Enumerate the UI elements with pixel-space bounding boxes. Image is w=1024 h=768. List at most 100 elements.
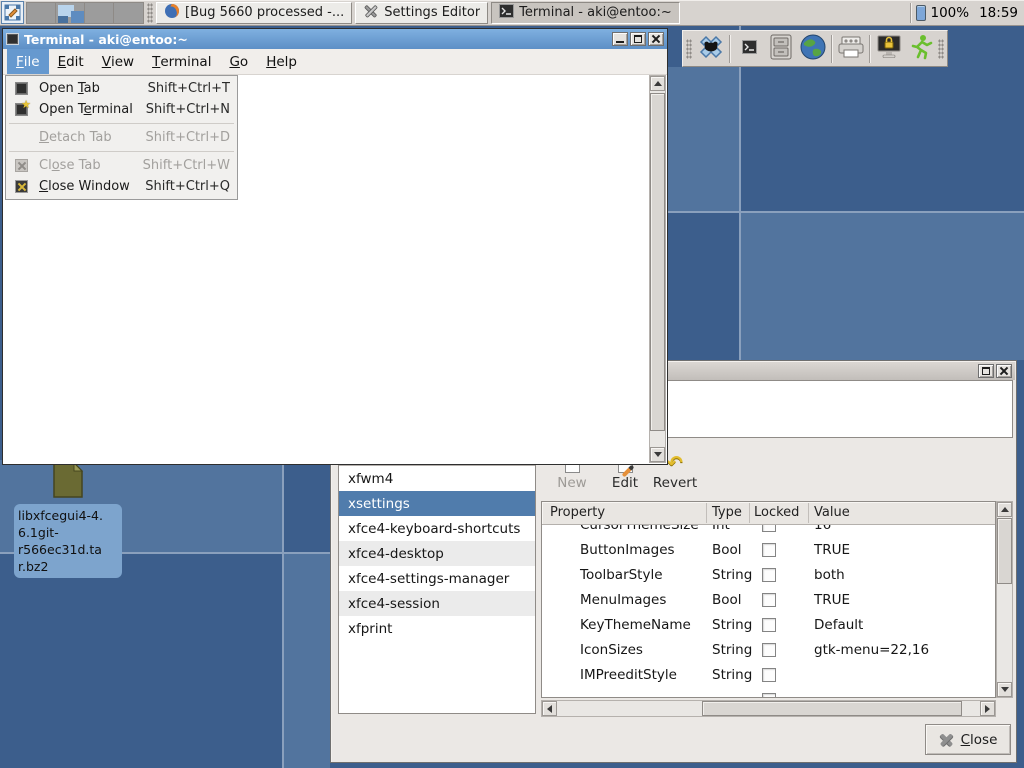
web-browser-launcher[interactable] <box>797 33 829 65</box>
locked-checkbox[interactable] <box>762 693 776 697</box>
property-type: Int <box>712 525 730 533</box>
pager-workspace-1[interactable] <box>27 3 56 23</box>
lock-screen-launcher[interactable] <box>873 33 905 65</box>
locked-checkbox[interactable] <box>762 618 776 632</box>
pager-workspace-4[interactable] <box>114 3 143 23</box>
channel-row[interactable]: xfce4-keyboard-shortcuts <box>339 516 535 541</box>
property-name: ToolbarStyle <box>580 567 663 583</box>
firefox-icon <box>164 3 180 23</box>
scroll-down-button[interactable] <box>997 682 1012 697</box>
locked-checkbox[interactable] <box>762 568 776 582</box>
desktop-settings-launcher[interactable] <box>1 1 24 24</box>
locked-checkbox[interactable] <box>762 593 776 607</box>
scroll-left-button[interactable] <box>542 701 557 716</box>
file-manager-launcher[interactable] <box>765 33 797 65</box>
backdrop-tile <box>660 67 740 212</box>
menubar-terminal[interactable]: Terminal <box>143 49 220 74</box>
property-row[interactable]: ToolbarStyleStringboth <box>542 563 995 588</box>
battery-percent: 100% <box>930 5 969 21</box>
channel-row[interactable]: xsettings <box>339 491 535 516</box>
property-name: MenuImages <box>580 592 666 608</box>
menubar-file[interactable]: File <box>7 49 49 74</box>
lock-screen-icon <box>875 33 903 65</box>
dock-grip[interactable] <box>938 39 944 59</box>
taskbar-button[interactable]: Terminal - aki@entoo:~ <box>491 2 680 24</box>
scroll-right-button[interactable] <box>980 701 995 716</box>
maximize-button[interactable] <box>630 32 646 46</box>
close-window-button[interactable] <box>648 32 664 46</box>
pager-workspace-2[interactable] <box>56 3 85 23</box>
scroll-up-button[interactable] <box>997 502 1012 517</box>
close-button[interactable]: Close <box>925 724 1011 755</box>
menubar-edit[interactable]: Edit <box>49 49 93 74</box>
desktop-file-icon[interactable]: libxfcegui4-4.6.1git-r566ec31d.tar.bz2 <box>14 460 122 578</box>
menu-item-open-terminal[interactable]: ★Open TerminalShift+Ctrl+N <box>7 99 236 120</box>
pager-workspace-3[interactable] <box>85 3 114 23</box>
file-manager-icon <box>768 33 794 65</box>
toolbar-button-label: Edit <box>599 475 651 491</box>
toolbar-button-label: New <box>546 475 598 491</box>
close-window-button[interactable] <box>996 364 1012 378</box>
channel-row[interactable]: xfprint <box>339 616 535 641</box>
property-name: KeyThemeName <box>580 617 691 633</box>
logout-launcher[interactable] <box>905 33 937 65</box>
hscroll-thumb[interactable] <box>702 701 962 716</box>
channel-row[interactable]: xfwm4 <box>339 466 535 491</box>
property-row[interactable]: CursorThemeSizeInt16 <box>542 525 995 538</box>
locked-checkbox[interactable] <box>762 668 776 682</box>
menu-item-shortcut: Shift+Ctrl+W <box>143 158 230 173</box>
channel-row[interactable]: xfce4-session <box>339 591 535 616</box>
taskbar-button-label: Terminal - aki@entoo:~ <box>519 5 672 20</box>
locked-checkbox[interactable] <box>762 643 776 657</box>
property-name: IconSizes <box>580 642 643 658</box>
minimize-button[interactable] <box>612 32 628 46</box>
menu-item-close-window[interactable]: Close WindowShift+Ctrl+Q <box>7 176 236 197</box>
property-row[interactable]: MenuImagesBoolTRUE <box>542 588 995 613</box>
xfce-menu-launcher[interactable] <box>695 33 727 65</box>
vscroll-thumb[interactable] <box>650 93 665 431</box>
menu-separator <box>9 151 234 152</box>
menubar-view[interactable]: View <box>93 49 143 74</box>
scroll-up-button[interactable] <box>650 76 665 91</box>
property-row[interactable]: KeyThemeNameStringDefault <box>542 613 995 638</box>
property-value: gtk-menu=22,16 <box>814 642 929 658</box>
terminal-titlebar[interactable]: Terminal - aki@entoo:~ <box>3 29 667 49</box>
locked-checkbox[interactable] <box>762 525 776 532</box>
property-row[interactable] <box>542 688 995 697</box>
scroll-down-button[interactable] <box>650 447 665 462</box>
channel-row[interactable]: xfce4-desktop <box>339 541 535 566</box>
panel-grip[interactable] <box>147 3 153 23</box>
property-row[interactable]: ButtonImagesBoolTRUE <box>542 538 995 563</box>
taskbar-button[interactable]: Settings Editor <box>355 2 488 24</box>
workspace-pager[interactable] <box>26 2 144 24</box>
menu-item-open-tab[interactable]: Open TabShift+Ctrl+T <box>7 78 236 99</box>
property-hscrollbar[interactable] <box>541 700 996 717</box>
channel-row[interactable]: xfce4-settings-manager <box>339 566 535 591</box>
property-table-header[interactable]: Property Type Locked Value <box>542 502 995 525</box>
property-type: Bool <box>712 592 742 608</box>
taskbar-button[interactable]: [Bug 5660 processed -... <box>156 2 352 24</box>
backdrop-tile <box>284 554 330 768</box>
clock[interactable]: 18:59 <box>979 5 1018 21</box>
property-vscrollbar[interactable] <box>996 501 1013 698</box>
property-row[interactable]: IconSizesStringgtk-menu=22,16 <box>542 638 995 663</box>
terminal-vscrollbar[interactable] <box>649 75 666 463</box>
property-name: CursorThemeSize <box>580 525 699 533</box>
menu-item-label: Open Terminal <box>39 102 146 117</box>
desktop: libxfcegui4-4.6.1git-r566ec31d.tar.bz2 N… <box>0 0 1024 768</box>
dock-grip[interactable] <box>686 39 692 59</box>
menu-item-label: Open Tab <box>39 81 148 96</box>
printer-launcher[interactable] <box>835 33 867 65</box>
menubar-help[interactable]: Help <box>257 49 306 74</box>
menubar-go[interactable]: Go <box>220 49 257 74</box>
vscroll-thumb[interactable] <box>997 518 1012 584</box>
backdrop-line <box>739 26 741 362</box>
settings-tools-icon <box>363 3 379 23</box>
open-terminal-icon: ★ <box>13 102 30 117</box>
property-row[interactable]: IMPreeditStyleString <box>542 663 995 688</box>
locked-checkbox[interactable] <box>762 543 776 557</box>
web-browser-icon <box>799 33 827 65</box>
terminal-launcher[interactable] <box>733 33 765 65</box>
maximize-button[interactable] <box>978 364 994 378</box>
terminal-icon <box>742 40 757 58</box>
